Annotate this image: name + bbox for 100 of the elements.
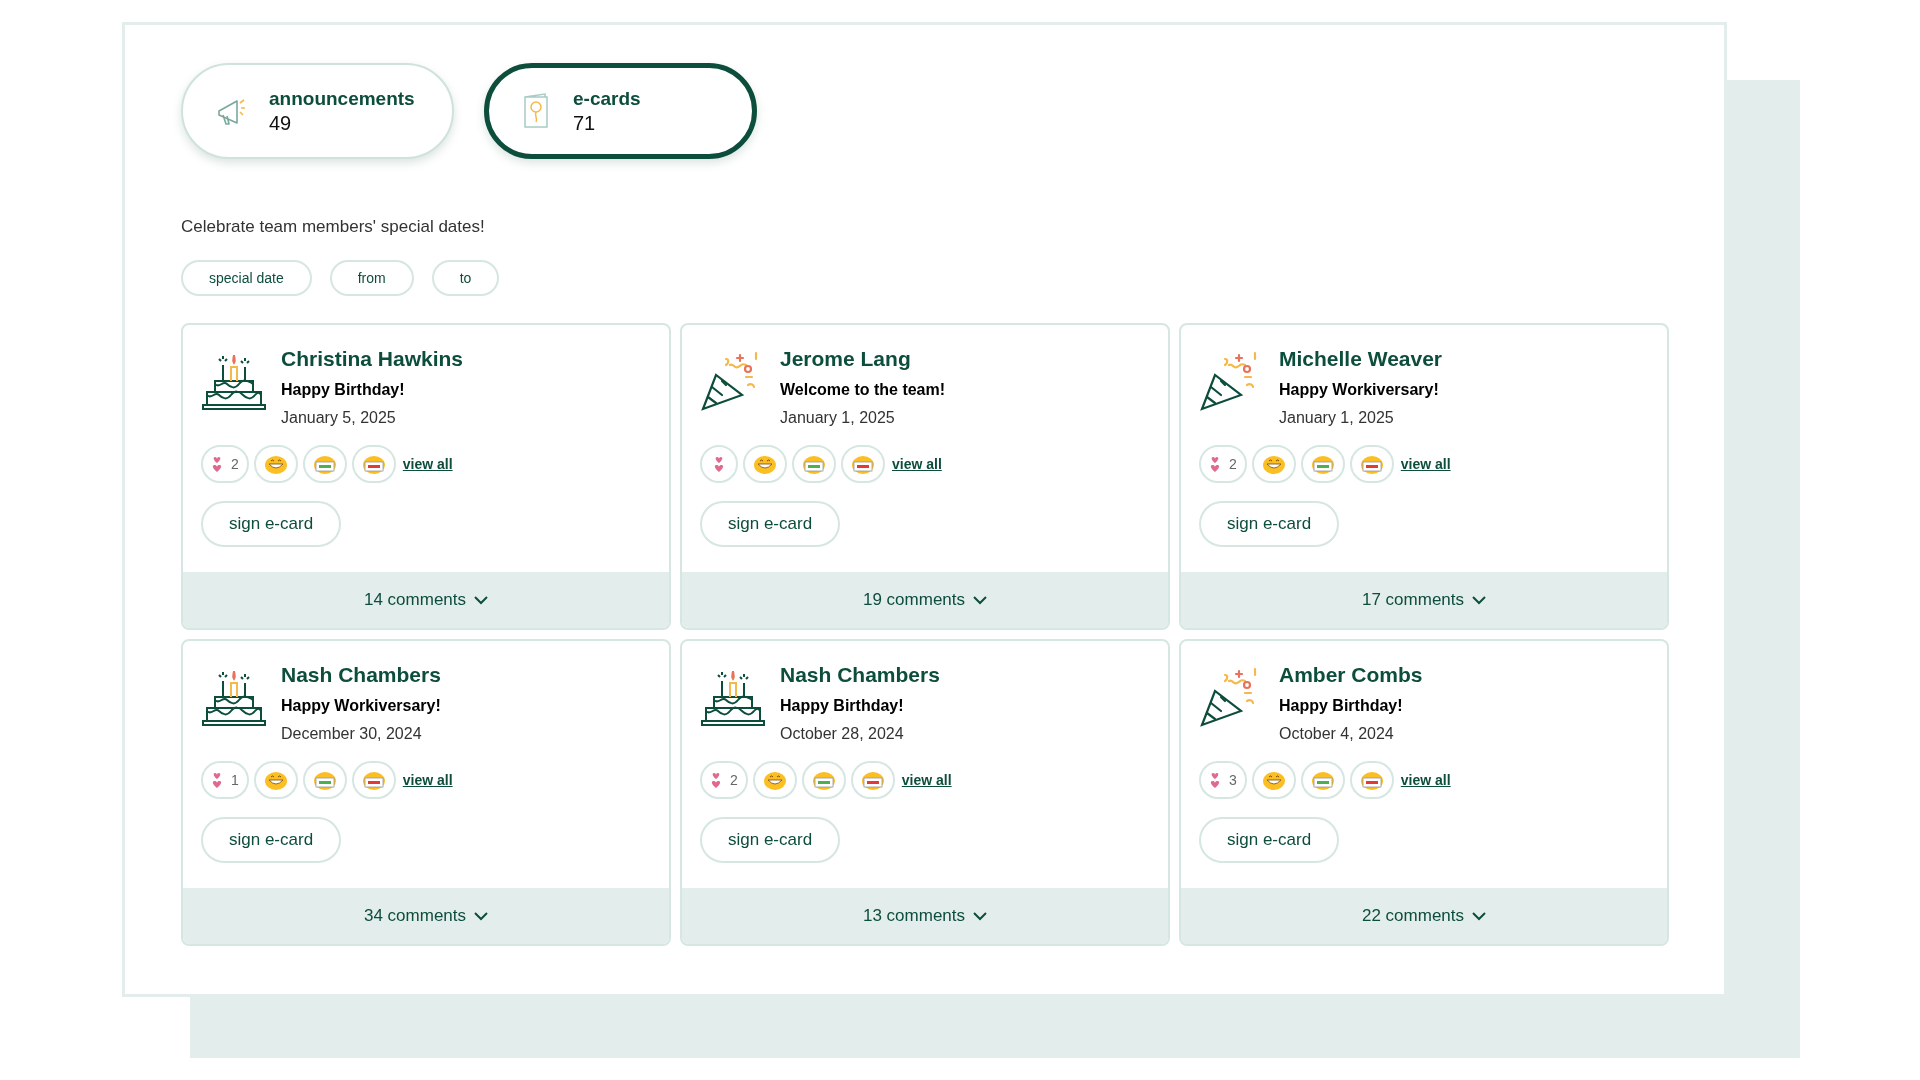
no-sign-emoji-icon[interactable] (851, 453, 875, 475)
no-sign-emoji-icon[interactable] (1359, 453, 1384, 475)
comments-toggle[interactable]: 19 comments (682, 572, 1168, 628)
sign-ecard-button[interactable]: sign e-card (700, 501, 841, 547)
view-all-link[interactable]: view all (402, 772, 453, 788)
occasion-date: January 1, 2025 (1279, 409, 1395, 427)
yes-sign-emoji-icon[interactable] (1310, 453, 1335, 475)
no-sign-reaction[interactable] (351, 761, 396, 799)
occasion-title: Happy Birthday! (780, 697, 905, 715)
no-sign-emoji-icon[interactable] (361, 453, 386, 475)
yes-sign-emoji-icon[interactable] (312, 453, 337, 475)
yes-sign-reaction[interactable] (302, 761, 347, 799)
view-all-link[interactable]: view all (1400, 772, 1451, 788)
view-all-link[interactable]: view all (892, 456, 942, 472)
chevron-down-icon (973, 911, 987, 921)
comments-toggle[interactable]: 14 comments (183, 572, 669, 628)
tab-label: announcements (269, 87, 415, 110)
reaction-count: 1 (231, 772, 239, 788)
occasion-title: Happy Workiversary! (281, 697, 441, 715)
filter-button[interactable]: to (431, 260, 500, 296)
occasion-date: January 5, 2025 (281, 409, 397, 427)
person-name: Nash Chambers (780, 663, 940, 687)
yes-sign-reaction[interactable] (792, 445, 836, 483)
no-sign-reaction[interactable] (1349, 761, 1394, 799)
hearts-icon (1209, 455, 1221, 473)
grinning-emoji-icon[interactable] (263, 769, 288, 791)
occasion-title: Welcome to the team! (780, 381, 946, 399)
tab-count: 49 (269, 111, 293, 135)
grinning-emoji-icon[interactable] (762, 769, 787, 791)
grin-reaction[interactable] (743, 445, 787, 483)
chevron-down-icon (1472, 911, 1486, 921)
comments-toggle[interactable]: 34 comments (183, 888, 669, 944)
comments-toggle[interactable]: 22 comments (1181, 888, 1667, 944)
yes-sign-reaction[interactable] (302, 445, 347, 483)
category-tab[interactable]: e-cards 71 (484, 63, 757, 159)
person-name: Jerome Lang (780, 347, 912, 371)
sign-ecard-button[interactable]: sign e-card (1199, 501, 1340, 547)
filter-button[interactable]: special date (181, 260, 312, 296)
person-name: Christina Hawkins (281, 347, 464, 371)
grin-reaction[interactable] (253, 761, 298, 799)
grinning-emoji-icon[interactable] (263, 453, 288, 475)
no-sign-emoji-icon[interactable] (1359, 769, 1384, 791)
grin-reaction[interactable] (752, 761, 797, 799)
occasion-date: January 1, 2025 (780, 409, 896, 427)
occasion-title: Happy Workiversary! (1279, 381, 1440, 399)
yes-sign-reaction[interactable] (1300, 445, 1345, 483)
sign-ecard-button[interactable]: sign e-card (201, 501, 342, 547)
category-tab[interactable]: announcements 49 (181, 63, 454, 159)
occasion-date: December 30, 2024 (281, 725, 423, 743)
yes-sign-emoji-icon[interactable] (802, 453, 826, 475)
reaction-count: 2 (730, 772, 738, 788)
hearts-reaction[interactable] (700, 445, 738, 483)
no-sign-reaction[interactable] (1349, 445, 1394, 483)
comments-toggle[interactable]: 13 comments (682, 888, 1168, 944)
no-sign-emoji-icon[interactable] (860, 769, 885, 791)
grin-reaction[interactable] (1251, 445, 1296, 483)
hearts-reaction[interactable]: 3 (1199, 761, 1247, 799)
view-all-link[interactable]: view all (402, 456, 453, 472)
description-text: Celebrate team members' special dates! (181, 217, 486, 237)
sign-ecard-button[interactable]: sign e-card (1199, 817, 1340, 863)
occasion-date: October 4, 2024 (1279, 725, 1395, 743)
occasion-title: Happy Birthday! (1279, 697, 1404, 715)
occasion-title: Happy Birthday! (281, 381, 406, 399)
reaction-count: 2 (231, 456, 239, 472)
person-name: Nash Chambers (281, 663, 441, 687)
filter-button[interactable]: from (329, 260, 414, 296)
hearts-reaction[interactable]: 2 (1199, 445, 1247, 483)
yes-sign-emoji-icon[interactable] (1310, 769, 1335, 791)
occasion-date: October 28, 2024 (780, 725, 905, 743)
grinning-emoji-icon[interactable] (1261, 769, 1286, 791)
no-sign-reaction[interactable] (351, 445, 396, 483)
view-all-link[interactable]: view all (901, 772, 952, 788)
reaction-count: 3 (1229, 772, 1237, 788)
yes-sign-emoji-icon[interactable] (312, 769, 337, 791)
yes-sign-reaction[interactable] (1300, 761, 1345, 799)
hearts-reaction[interactable]: 2 (700, 761, 748, 799)
chevron-down-icon (474, 595, 488, 605)
hearts-reaction[interactable]: 2 (201, 445, 249, 483)
no-sign-emoji-icon[interactable] (361, 769, 386, 791)
hearts-icon (1209, 771, 1221, 789)
view-all-link[interactable]: view all (1400, 456, 1451, 472)
no-sign-reaction[interactable] (841, 445, 885, 483)
comments-toggle[interactable]: 17 comments (1181, 572, 1667, 628)
grinning-emoji-icon[interactable] (1261, 453, 1286, 475)
no-sign-reaction[interactable] (850, 761, 895, 799)
chevron-down-icon (474, 911, 488, 921)
yes-sign-emoji-icon[interactable] (811, 769, 836, 791)
sign-ecard-button[interactable]: sign e-card (201, 817, 342, 863)
yes-sign-reaction[interactable] (801, 761, 846, 799)
tab-label: e-cards (573, 87, 641, 110)
hearts-reaction[interactable]: 1 (201, 761, 249, 799)
grin-reaction[interactable] (1251, 761, 1296, 799)
hearts-icon (710, 771, 722, 789)
grinning-emoji-icon[interactable] (753, 453, 777, 475)
hearts-icon (211, 455, 223, 473)
grin-reaction[interactable] (253, 445, 298, 483)
person-name: Amber Combs (1279, 663, 1423, 687)
reaction-count: 2 (1229, 456, 1237, 472)
sign-ecard-button[interactable]: sign e-card (700, 817, 841, 863)
chevron-down-icon (973, 595, 987, 605)
